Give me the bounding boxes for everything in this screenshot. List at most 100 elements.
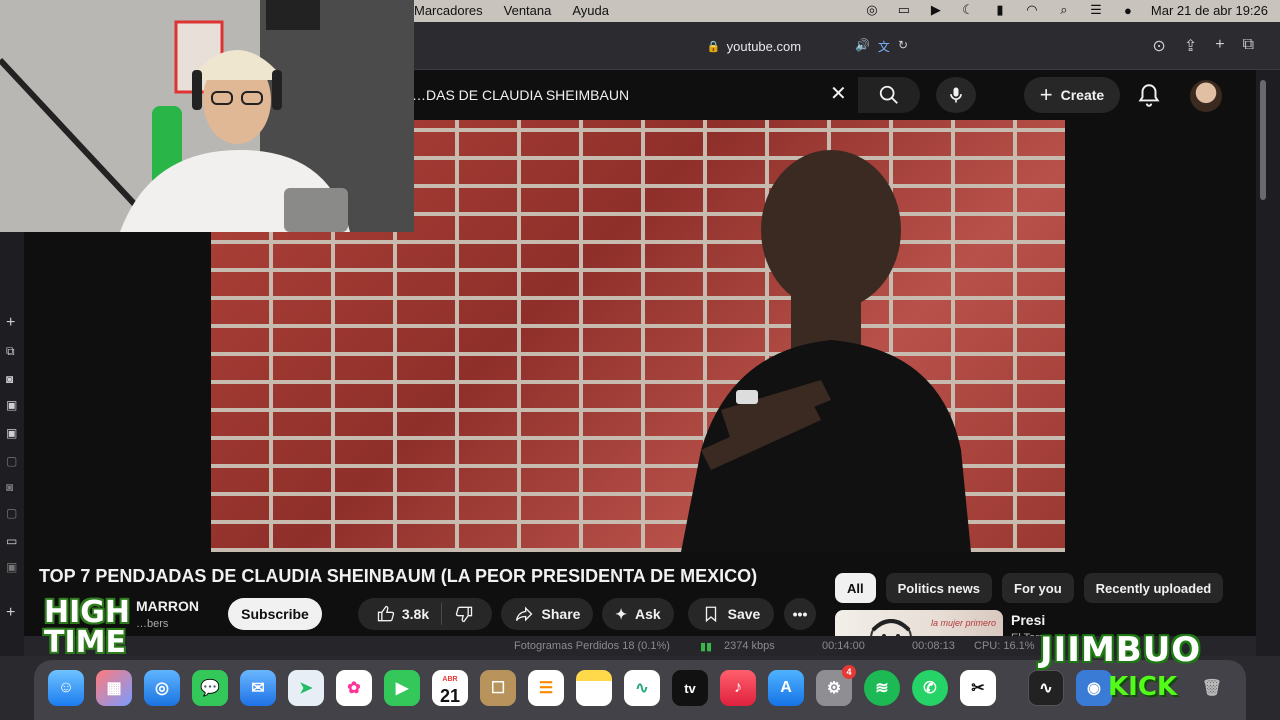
battery-icon[interactable]: ▮ [991,2,1009,18]
siri-icon[interactable]: ● [1119,2,1137,18]
spotify-icon[interactable]: ≋ [864,670,900,706]
search-button[interactable] [858,77,920,113]
display-source-icon[interactable]: ▢ [6,506,17,520]
notes-icon[interactable] [576,670,612,706]
maps-icon[interactable]: ➤ [288,670,324,706]
system-settings-icon[interactable]: ⚙ 4 [816,665,856,706]
cpu-usage: CPU: 16.1% [974,640,1035,652]
settings-badge: 4 [842,665,856,679]
add-scene-icon[interactable]: + [6,604,15,622]
recommendation-chips: All Politics news For you Recently uploa… [835,573,1224,603]
mail-icon[interactable]: ✉ [240,670,276,706]
reload-icon[interactable]: ↻ [898,38,908,55]
hightime-line2: TIME [44,625,126,660]
music-icon[interactable]: ♪ [720,670,756,706]
hightime-line1: HIGH [44,595,131,630]
clear-search-icon[interactable]: ✕ [830,83,847,105]
more-actions-button[interactable]: ••• [784,598,816,630]
signal-bars-icon: ▮▮ [700,640,713,653]
translate-icon[interactable]: 文 [878,38,890,55]
image-icon-2[interactable]: ▣ [6,426,17,440]
chip-all[interactable]: All [835,573,876,603]
address-icons: 🔊 文 ↻ [855,38,908,55]
search-icon[interactable]: ⌕ [1055,2,1073,18]
menu-marcadores[interactable]: Marcadores [414,3,483,18]
create-button[interactable]: + Create [1024,77,1120,113]
app-store-icon[interactable]: A [768,670,804,706]
search-input[interactable]: …DAS DE CLAUDIA SHEIMBAUN [412,77,808,113]
channel-name[interactable]: MARRON [136,598,199,614]
play-icon[interactable]: ▶ [927,2,945,18]
ask-button[interactable]: ✦ Ask [602,598,674,630]
bitrate: 2374 kbps [724,640,775,652]
messages-icon[interactable]: 💬 [192,670,228,706]
bookmark-icon [705,606,716,623]
thumbs-down-icon[interactable] [454,604,474,624]
window-source-icon[interactable]: ▢ [6,454,17,468]
moon-icon[interactable]: ☾ [959,2,977,18]
voice-search-button[interactable] [936,77,976,113]
apple-tv-icon[interactable]: tv [672,670,708,706]
control-center-icon[interactable]: ☰ [1087,2,1105,18]
menu-ventana[interactable]: Ventana [504,3,552,18]
contacts-icon[interactable]: ☐ [480,670,516,706]
camera-icon[interactable]: ◙ [6,372,13,386]
search-query: …DAS DE CLAUDIA SHEIMBAUN [412,87,630,103]
scrollbar-thumb[interactable] [1260,80,1266,200]
activity-monitor-icon[interactable]: ∿ [1028,670,1064,706]
page-scrollbar[interactable] [1256,70,1280,656]
address-url: youtube.com [726,38,802,54]
wifi-icon[interactable]: ◠ [1023,2,1041,18]
image-source-icon[interactable]: ▣ [6,560,17,574]
new-tab-icon[interactable]: + [1215,36,1224,56]
window-icon[interactable]: ▭ [895,2,913,18]
safari-toolbar: 🔒 youtube.com 🔊 文 ↻ ⊙ ⇪ + ⧉ [414,22,1280,70]
finder-icon[interactable]: ☺ [48,670,84,706]
share-arrow-icon [515,606,532,622]
chip-for-you[interactable]: For you [1002,573,1074,603]
audio-icon[interactable]: 🔊 [855,38,870,55]
obs-status-icon[interactable]: ◎ [863,2,881,18]
address-bar[interactable]: 🔒 youtube.com 🔊 文 ↻ [594,34,914,58]
sparkle-icon: ✦ [615,605,628,622]
kick-logo: KICK [1108,672,1178,702]
safari-icon[interactable]: ◎ [144,670,180,706]
plus-icon: + [1039,82,1053,107]
recommended-title[interactable]: Presi [1011,612,1045,628]
microphone-icon [950,87,962,103]
image-icon[interactable]: ▣ [6,398,17,412]
scene-icon[interactable]: ⧉ [6,344,15,359]
add-source-icon[interactable]: + [6,314,15,332]
camera-source-icon[interactable]: ◙ [6,480,13,494]
reminders-icon[interactable]: ☰ [528,670,564,706]
freeform-icon[interactable]: ∿ [624,670,660,706]
capcut-icon[interactable]: ✂ [960,670,996,706]
tv-label: tv [684,680,696,696]
obs-icon[interactable]: ◉ [1076,670,1112,706]
live-time: 00:14:00 [822,640,865,652]
menu-ayuda[interactable]: Ayuda [572,3,609,18]
chip-recently-uploaded[interactable]: Recently uploaded [1083,573,1224,603]
menubar-datetime[interactable]: Mar 21 de abr 19:26 [1151,3,1268,18]
safari-actions: ⊙ ⇪ + ⧉ [1152,36,1254,56]
downloads-icon[interactable]: ⊙ [1152,36,1165,56]
save-button[interactable]: Save [688,598,774,630]
trash-icon[interactable]: 🗑 [1194,670,1230,706]
notifications-bell-icon[interactable] [1136,82,1162,108]
tab-overview-icon[interactable]: ⧉ [1243,36,1254,56]
like-button[interactable]: 3.8k [376,604,429,624]
launchpad-icon[interactable]: ▦ [96,670,132,706]
whatsapp-icon[interactable]: ✆ [912,670,948,706]
account-avatar[interactable] [1190,80,1222,112]
monitor-icon[interactable]: ▭ [6,534,17,548]
chip-politics-news[interactable]: Politics news [885,573,992,603]
hightime-logo: HIGH TIME [44,598,130,658]
facetime-icon[interactable]: ▶ [384,670,420,706]
subscribe-button[interactable]: Subscribe [228,598,322,630]
share-icon[interactable]: ⇪ [1184,36,1197,56]
share-button[interactable]: Share [501,598,593,630]
video-title: TOP 7 PENDJADAS DE CLAUDIA SHEINBAUM (LA… [39,566,758,586]
calendar-icon[interactable]: ABR 21 [432,670,468,706]
photos-icon[interactable]: ✿ [336,670,372,706]
jimbuo-logo: JIIMBUO [1040,630,1202,670]
